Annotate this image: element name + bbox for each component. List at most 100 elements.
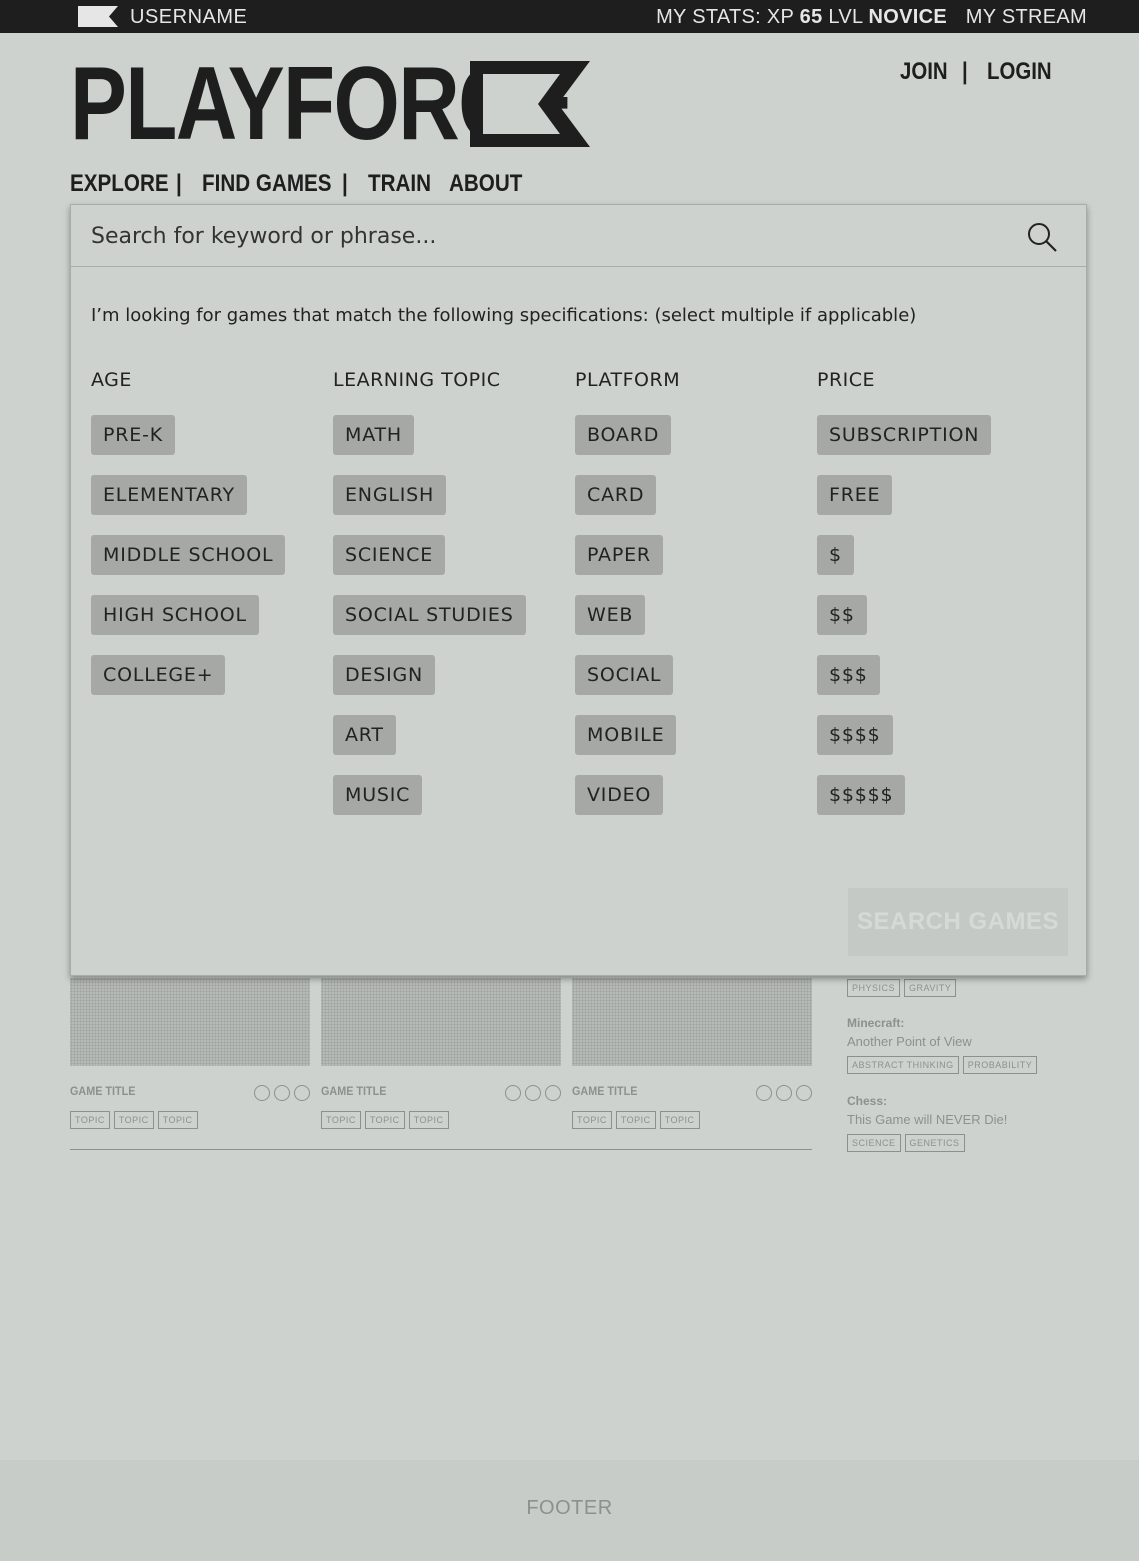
topic-tag[interactable]: PROBABILITY: [962, 1056, 1038, 1074]
topic-tag[interactable]: SCIENCE: [847, 1134, 901, 1152]
topic-tag[interactable]: PHYSICS: [847, 979, 901, 997]
stats-label: MY STATS: XP: [656, 6, 794, 28]
rating-circles: [756, 1085, 812, 1101]
sidebar-entry-title: Minecraft:: [847, 1016, 905, 1030]
level-value: NOVICE: [868, 6, 947, 28]
sidebar-entry[interactable]: Minecraft: Another Point of View ABSTRAC…: [847, 1016, 1038, 1074]
filter-instructions: I’m looking for games that match the fol…: [91, 305, 917, 326]
topic-tag[interactable]: TOPIC: [408, 1111, 449, 1129]
topic-tag[interactable]: TOPIC: [321, 1111, 361, 1129]
filter-column-platform: PLATFORM BOARD CARD PAPER WEB SOCIAL MOB…: [575, 369, 680, 835]
filter-chip-price[interactable]: $$$: [817, 655, 880, 695]
logo-flag-icon: [470, 61, 590, 147]
filter-chip-platform[interactable]: CARD: [575, 475, 657, 515]
search-input[interactable]: [71, 205, 1011, 267]
nav-explore[interactable]: EXPLORE: [70, 170, 169, 198]
filter-chip-topic[interactable]: ENGLISH: [333, 475, 447, 515]
search-bar: [71, 205, 1086, 267]
filter-heading: AGE: [91, 369, 132, 391]
game-thumbnail[interactable]: [321, 978, 561, 1066]
my-stream-link[interactable]: MY STREAM: [966, 6, 1087, 29]
rating-circle: [756, 1085, 772, 1101]
username-link[interactable]: USERNAME: [130, 6, 247, 29]
filter-chip-platform[interactable]: SOCIAL: [575, 655, 674, 695]
filter-heading: PLATFORM: [575, 369, 681, 391]
topic-tag[interactable]: TOPIC: [659, 1111, 700, 1129]
login-link[interactable]: LOGIN: [987, 58, 1052, 86]
game-topics: TOPIC TOPIC TOPIC: [321, 1111, 449, 1129]
game-title[interactable]: GAME TITLE: [572, 1084, 637, 1098]
sidebar-entry-desc: This Game will NEVER Die!: [847, 1112, 1008, 1127]
sidebar-first-tags: PHYSICS GRAVITY: [847, 979, 957, 997]
search-icon[interactable]: [1026, 221, 1058, 253]
filter-chip-platform[interactable]: VIDEO: [575, 775, 664, 815]
filter-chip-topic[interactable]: MATH: [333, 415, 415, 455]
nav-about[interactable]: ABOUT: [449, 170, 522, 198]
filter-column-topic: LEARNING TOPIC MATH ENGLISH SCIENCE SOCI…: [333, 369, 526, 835]
topic-tag[interactable]: TOPIC: [364, 1111, 405, 1129]
filter-chip-price[interactable]: $: [817, 535, 854, 575]
topic-tag[interactable]: TOPIC: [572, 1111, 612, 1129]
filter-chip-topic[interactable]: DESIGN: [333, 655, 436, 695]
footer: FOOTER: [0, 1460, 1139, 1561]
filter-chip-platform[interactable]: PAPER: [575, 535, 663, 575]
rating-circles: [505, 1085, 561, 1101]
filter-chip-age[interactable]: ELEMENTARY: [91, 475, 247, 515]
filter-chip-platform[interactable]: BOARD: [575, 415, 672, 455]
nav-find-games[interactable]: FIND GAMES: [202, 170, 332, 198]
filter-chip-price[interactable]: $$: [817, 595, 867, 635]
sidebar-entry[interactable]: Chess: This Game will NEVER Die! SCIENCE…: [847, 1094, 1007, 1152]
rating-circle: [776, 1085, 792, 1101]
rating-circle: [294, 1085, 310, 1101]
filter-chip-topic[interactable]: SCIENCE: [333, 535, 446, 575]
topic-tag[interactable]: GRAVITY: [904, 979, 957, 997]
search-games-button[interactable]: SEARCH GAMES: [848, 888, 1068, 956]
my-stats[interactable]: MY STATS: XP 65 LVL NOVICE: [656, 6, 947, 29]
filter-chip-topic[interactable]: SOCIAL STUDIES: [333, 595, 526, 635]
flag-icon: [78, 6, 118, 27]
footer-label: FOOTER: [526, 1497, 613, 1519]
game-title[interactable]: GAME TITLE: [321, 1084, 386, 1098]
nav-separator: |: [342, 170, 348, 197]
find-games-panel: I’m looking for games that match the fol…: [70, 204, 1087, 976]
filter-chip-platform[interactable]: WEB: [575, 595, 646, 635]
filter-chip-age[interactable]: PRE-K: [91, 415, 175, 455]
rating-circle: [274, 1085, 290, 1101]
filter-chip-platform[interactable]: MOBILE: [575, 715, 677, 755]
game-thumbnail[interactable]: [572, 978, 812, 1066]
topic-tag[interactable]: ABSTRACT THINKING: [847, 1056, 959, 1074]
join-link[interactable]: JOIN: [900, 58, 948, 86]
filter-column-age: AGE PRE-K ELEMENTARY MIDDLE SCHOOL HIGH …: [91, 369, 286, 715]
game-topics: TOPIC TOPIC TOPIC: [572, 1111, 700, 1129]
topic-tag[interactable]: GENETICS: [904, 1134, 965, 1152]
topic-tag[interactable]: TOPIC: [157, 1111, 198, 1129]
site-logo[interactable]: PLAYFORCE: [70, 52, 590, 156]
game-topics: TOPIC TOPIC TOPIC: [70, 1111, 198, 1129]
filter-chip-age[interactable]: COLLEGE+: [91, 655, 226, 695]
filter-chip-price[interactable]: $$$$: [817, 715, 893, 755]
topic-tag[interactable]: TOPIC: [113, 1111, 154, 1129]
filter-chip-price[interactable]: SUBSCRIPTION: [817, 415, 992, 455]
sidebar-entry-desc: Another Point of View: [847, 1034, 972, 1049]
nav-train[interactable]: TRAIN: [368, 170, 431, 198]
filter-chip-price[interactable]: $$$$$: [817, 775, 906, 815]
rating-circle: [796, 1085, 812, 1101]
lvl-label: LVL: [828, 6, 863, 28]
filter-heading: LEARNING TOPIC: [333, 369, 501, 391]
game-title[interactable]: GAME TITLE: [70, 1084, 135, 1098]
game-thumbnail[interactable]: [70, 978, 310, 1066]
filter-chip-topic[interactable]: MUSIC: [333, 775, 423, 815]
nav-separator: |: [176, 170, 182, 197]
auth-separator: |: [962, 58, 968, 85]
filter-heading: PRICE: [817, 369, 876, 391]
filter-chip-age[interactable]: HIGH SCHOOL: [91, 595, 259, 635]
divider: [70, 1149, 812, 1150]
filter-chip-price[interactable]: FREE: [817, 475, 893, 515]
filter-chip-topic[interactable]: ART: [333, 715, 396, 755]
topic-tag[interactable]: TOPIC: [70, 1111, 110, 1129]
xp-value: 65: [799, 6, 823, 28]
rating-circle: [525, 1085, 541, 1101]
topic-tag[interactable]: TOPIC: [615, 1111, 656, 1129]
filter-chip-age[interactable]: MIDDLE SCHOOL: [91, 535, 286, 575]
top-bar: USERNAME MY STATS: XP 65 LVL NOVICE MY S…: [0, 0, 1139, 33]
